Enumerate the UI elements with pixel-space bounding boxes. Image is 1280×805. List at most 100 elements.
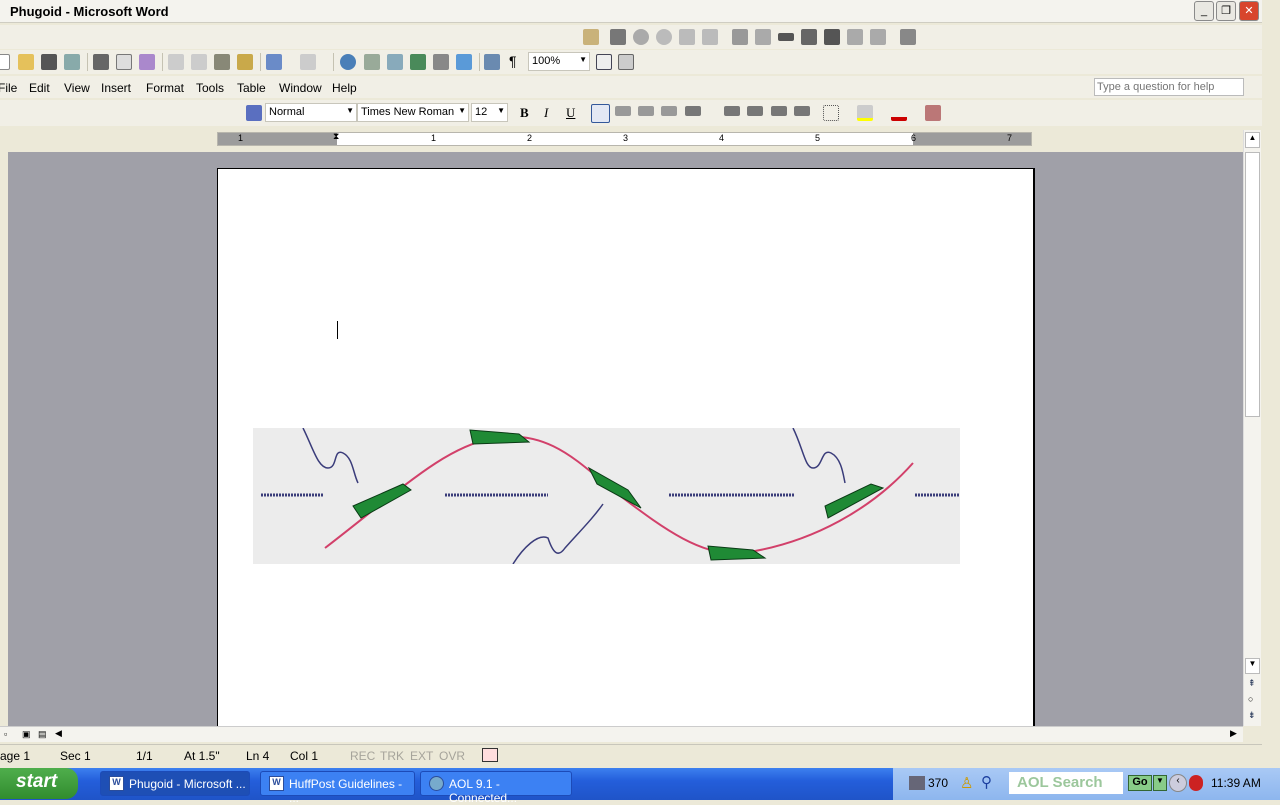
columns-icon[interactable] [433,54,449,70]
close-button[interactable]: ✕ [1239,1,1259,21]
go-button[interactable]: Go [1128,775,1152,791]
menu-help[interactable]: Help [332,81,357,95]
styles-icon[interactable] [246,105,262,121]
redo-icon[interactable] [300,54,316,70]
web-layout-button[interactable]: ▣ [22,729,31,740]
horizontal-ruler[interactable]: 1 1 2 3 4 5 6 7 ⧗ [217,131,1032,146]
color-icon[interactable] [610,29,626,45]
align-center-button[interactable] [615,106,631,116]
underline-button[interactable]: U [566,105,575,121]
select-browse-object-button[interactable]: ○ [1248,694,1253,704]
restore-button[interactable]: ❐ [1216,1,1236,21]
menu-insert[interactable]: Insert [101,81,131,95]
security-shield-icon[interactable] [1189,775,1203,791]
justify-button[interactable] [661,106,677,116]
translate-icon[interactable] [925,105,941,121]
print-preview-icon[interactable] [116,54,132,70]
less-contrast-icon[interactable] [656,29,672,45]
vertical-scrollbar[interactable]: ▲ ▼ ⇞ ○ ⇟ [1243,130,1261,726]
open-icon[interactable] [18,54,34,70]
print-layout-button[interactable]: ▤ [38,729,47,740]
read-icon[interactable] [618,54,634,70]
tables-borders-icon[interactable] [364,54,380,70]
increase-indent-icon[interactable] [794,106,810,116]
hyperlink-icon[interactable] [340,54,356,70]
previous-page-button[interactable]: ⇞ [1248,678,1256,689]
line-spacing-icon[interactable] [685,106,701,116]
cut-icon[interactable] [168,54,184,70]
scroll-left-button[interactable]: ◀ [55,728,62,739]
compress-icon[interactable] [801,29,817,45]
rotate-icon[interactable] [755,29,771,45]
help-question-input[interactable] [1094,78,1244,96]
task-huffpost[interactable]: W HuffPost Guidelines - ... [260,771,415,805]
paste-icon[interactable] [214,54,230,70]
align-left-button[interactable] [591,104,610,123]
style-combo[interactable]: Normal ▼ [265,103,357,122]
undo-icon[interactable] [266,54,282,70]
aol-search-input[interactable]: AOL Search [1009,772,1123,794]
show-hidden-icons-button[interactable]: ‹ [1169,774,1187,792]
crop-icon[interactable] [732,29,748,45]
text-wrapping-icon[interactable] [824,29,840,45]
permission-icon[interactable] [64,54,80,70]
start-button[interactable]: start [0,768,78,799]
mail-icon[interactable] [909,776,925,790]
border-icon[interactable] [823,105,839,121]
menu-tools[interactable]: Tools [196,81,224,95]
insert-picture-icon[interactable] [583,29,599,45]
print-icon[interactable] [93,54,109,70]
search-icon[interactable]: ⚲ [981,773,992,791]
line-style-icon[interactable] [778,33,794,41]
format-painter-icon[interactable] [237,54,253,70]
bullets-icon[interactable] [747,106,763,116]
numbering-icon[interactable] [724,106,740,116]
insert-excel-icon[interactable] [410,54,426,70]
drawing-icon[interactable] [456,54,472,70]
spelling-status-icon[interactable] [482,748,498,762]
font-size-combo[interactable]: 12 ▼ [471,103,508,122]
font-combo[interactable]: Times New Roman ▼ [357,103,469,122]
task-aol[interactable]: AOL 9.1 - Connected... [420,771,572,805]
more-contrast-icon[interactable] [633,29,649,45]
decrease-indent-icon[interactable] [771,106,787,116]
horizontal-scrollbar[interactable]: ▫ ▣ ▤ ◀ ▶ [0,726,1243,742]
menu-view[interactable]: View [64,81,90,95]
normal-view-button[interactable]: ▫ [4,729,7,739]
highlight-icon[interactable] [857,105,873,121]
menu-table[interactable]: Table [237,81,266,95]
scroll-thumb[interactable] [1245,152,1260,417]
menu-window[interactable]: Window [279,81,322,95]
task-phugoid[interactable]: W Phugoid - Microsoft ... [100,771,250,796]
font-color-icon[interactable] [891,105,907,121]
scroll-down-button[interactable]: ▼ [1245,658,1260,674]
zoom-combo[interactable]: 100% ▼ [528,52,590,71]
page[interactable] [217,168,1035,728]
less-brightness-icon[interactable] [702,29,718,45]
insert-table-icon[interactable] [387,54,403,70]
reset-picture-icon[interactable] [900,29,916,45]
show-formatting-icon[interactable]: ¶ [509,53,517,69]
menu-format[interactable]: Format [146,81,184,95]
aim-icon[interactable]: ♙ [960,774,973,792]
minimize-button[interactable]: _ [1194,1,1214,21]
menu-edit[interactable]: Edit [29,81,50,95]
scroll-right-button[interactable]: ▶ [1230,728,1237,739]
format-picture-icon[interactable] [847,29,863,45]
copy-icon[interactable] [191,54,207,70]
spelling-icon[interactable] [139,54,155,70]
save-icon[interactable] [41,54,57,70]
help-icon[interactable] [596,54,612,70]
document-map-icon[interactable] [484,54,500,70]
align-right-button[interactable] [638,106,654,116]
indent-marker[interactable]: ⧗ [333,131,339,142]
more-brightness-icon[interactable] [679,29,695,45]
search-dropdown-button[interactable]: ▼ [1153,775,1167,791]
next-page-button[interactable]: ⇟ [1248,710,1256,721]
menu-file[interactable]: File [0,81,17,95]
bold-button[interactable]: B [520,105,529,121]
new-icon[interactable] [0,54,10,70]
italic-button[interactable]: I [544,105,548,121]
phugoid-diagram[interactable] [253,428,960,564]
set-transparent-icon[interactable] [870,29,886,45]
